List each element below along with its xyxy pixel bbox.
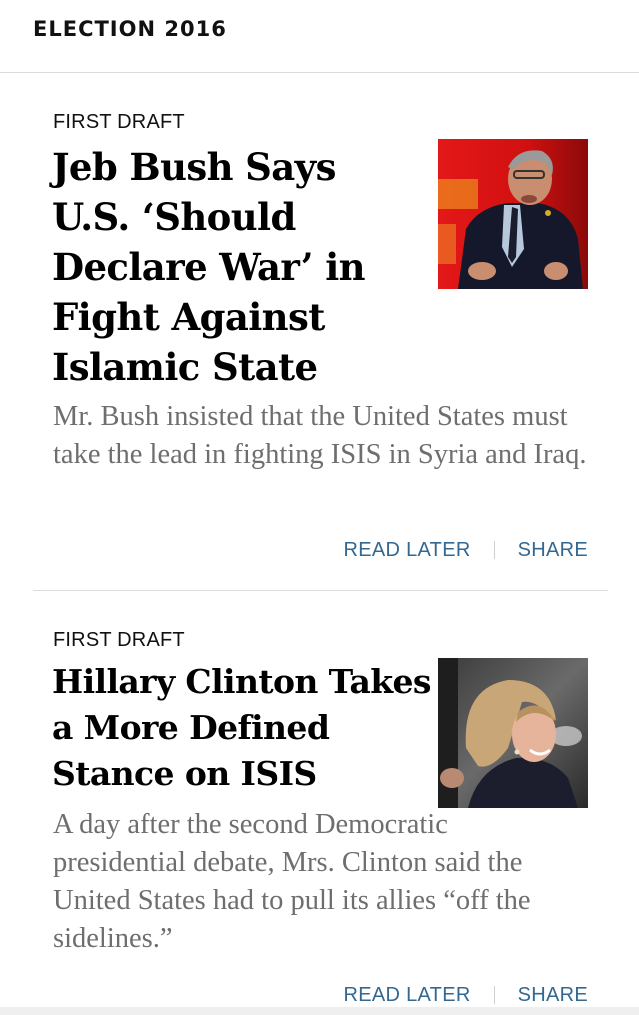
- story-thumbnail[interactable]: [438, 658, 588, 808]
- story-headline[interactable]: Hillary Clinton Takes a More Defined Sta…: [52, 659, 432, 797]
- read-later-button[interactable]: READ LATER: [343, 984, 470, 1007]
- read-later-button[interactable]: READ LATER: [343, 539, 470, 562]
- share-button[interactable]: SHARE: [518, 539, 588, 562]
- story-actions: READ LATER SHARE: [343, 537, 588, 563]
- action-divider: [493, 986, 495, 1004]
- section-title: ELECTION 2016: [33, 17, 227, 41]
- story-actions: READ LATER SHARE: [343, 982, 588, 1008]
- story-headline[interactable]: Jeb Bush Says U.S. ‘Should Declare War’ …: [52, 142, 422, 392]
- action-divider: [493, 541, 495, 559]
- story-card[interactable]: FIRST DRAFT Hillary Clinton Takes a More…: [0, 592, 639, 1015]
- story-summary: A day after the second Democratic presid…: [53, 809, 531, 954]
- share-button[interactable]: SHARE: [518, 984, 588, 1007]
- story-card[interactable]: FIRST DRAFT Jeb Bush Says U.S. ‘Should D…: [0, 73, 639, 591]
- story-divider: [33, 590, 608, 591]
- story-thumbnail[interactable]: [438, 139, 588, 289]
- story-kicker[interactable]: FIRST DRAFT: [53, 111, 185, 134]
- section-header: ELECTION 2016: [0, 0, 639, 73]
- story-summary: Mr. Bush insisted that the United States…: [53, 401, 587, 470]
- story-kicker[interactable]: FIRST DRAFT: [53, 629, 185, 652]
- bottom-bar: [0, 1007, 639, 1015]
